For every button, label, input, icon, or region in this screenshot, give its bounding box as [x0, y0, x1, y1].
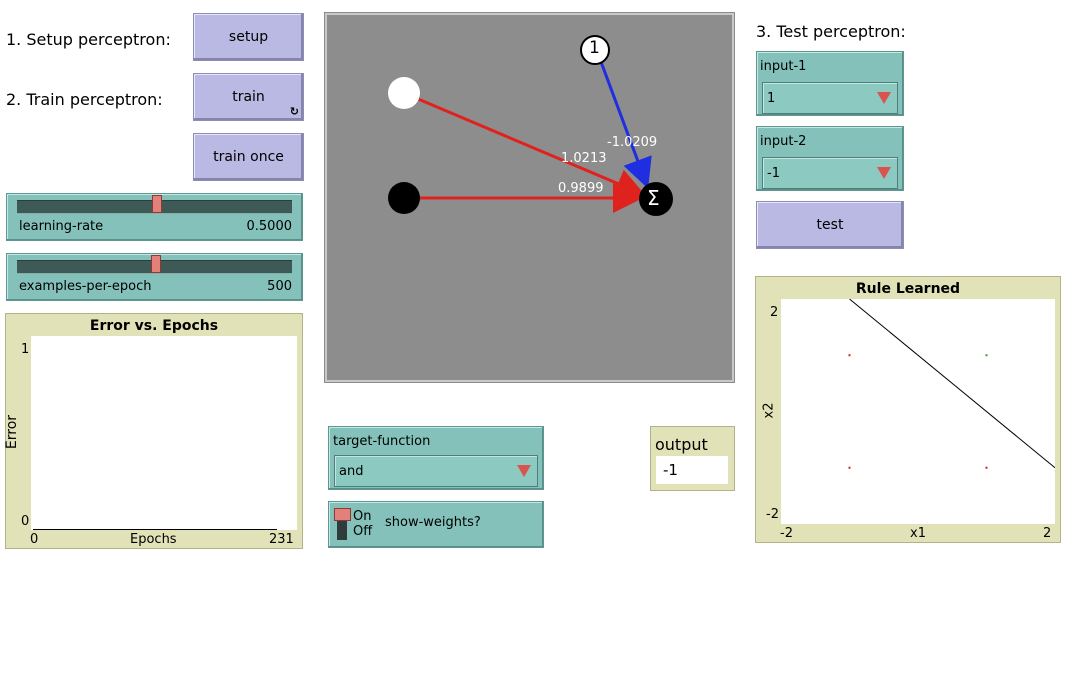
y-axis-min: 0	[21, 514, 30, 529]
dropdown-arrow-icon	[517, 465, 531, 477]
chooser-value: and	[339, 463, 364, 479]
monitor-label: output	[655, 435, 708, 454]
slider-value: 500	[267, 279, 292, 294]
rule-learned-plot: Rule Learned 2 -2 x2 -2 x1 2	[755, 276, 1061, 543]
network-diagram	[388, 35, 673, 216]
train-button-label: train	[232, 89, 265, 105]
x-axis-max: 2	[1043, 526, 1052, 541]
data-point	[985, 466, 988, 469]
data-point	[848, 354, 851, 357]
x-axis-min: 0	[30, 532, 39, 547]
data-point	[848, 466, 851, 469]
learning-rate-slider[interactable]: learning-rate 0.5000	[6, 193, 303, 241]
train-once-button[interactable]: train once	[193, 133, 304, 181]
examples-per-epoch-slider[interactable]: examples-per-epoch 500	[6, 253, 303, 301]
chooser-dropdown[interactable]: 1	[762, 82, 898, 114]
input-2-node	[388, 182, 420, 214]
test-button[interactable]: test	[756, 201, 904, 249]
setup-button[interactable]: setup	[193, 13, 304, 61]
plot-area	[31, 336, 297, 530]
chooser-dropdown[interactable]: -1	[762, 157, 898, 189]
y-axis-label: Error	[4, 414, 21, 450]
slider-label: learning-rate	[19, 219, 104, 234]
x-axis-label: Epochs	[130, 532, 177, 547]
chooser-label: input-1	[760, 59, 807, 74]
monitor-value: -1	[663, 461, 678, 479]
train-button[interactable]: train ↻	[193, 73, 304, 121]
input-1-chooser[interactable]: input-1 1	[756, 51, 904, 116]
x-axis-label: x1	[910, 526, 926, 541]
dropdown-arrow-icon	[877, 167, 891, 179]
network-view[interactable]: 1 Σ -1.0209 1.0213 0.9899	[325, 13, 734, 382]
slider-handle[interactable]	[152, 195, 162, 213]
error-vs-epochs-plot: Error vs. Epochs 1 0 Error 0 Epochs 231	[4, 313, 303, 549]
switch-knob[interactable]	[334, 508, 351, 521]
y-axis-max: 2	[770, 305, 779, 320]
plot-area	[781, 299, 1055, 524]
input-1-weight-label: 1.0213	[561, 151, 607, 166]
y-axis-label: x2	[761, 402, 777, 419]
chooser-value: 1	[767, 90, 776, 106]
chooser-label: input-2	[760, 134, 807, 149]
forever-loop-icon: ↻	[289, 105, 299, 118]
decision-boundary-line	[849, 299, 1055, 469]
switch-on-label: On	[353, 509, 372, 524]
chooser-value: -1	[767, 165, 780, 181]
plot-title: Rule Learned	[855, 281, 961, 297]
slider-handle[interactable]	[151, 255, 161, 273]
error-line	[33, 529, 277, 530]
sum-symbol: Σ	[647, 186, 660, 210]
input-1-node	[388, 77, 420, 109]
y-axis-min: -2	[766, 507, 779, 522]
input-2-weight-label: 0.9899	[558, 181, 604, 196]
plot-title: Error vs. Epochs	[89, 318, 219, 334]
y-axis-max: 1	[21, 342, 30, 357]
output-monitor: output -1	[650, 426, 735, 491]
bias-weight-label: -1.0209	[607, 135, 658, 150]
setup-heading: 1. Setup perceptron:	[6, 30, 171, 49]
switch-off-label: Off	[353, 524, 373, 539]
input-1-link	[403, 91, 646, 198]
dropdown-arrow-icon	[877, 92, 891, 104]
show-weights-switch[interactable]: On Off show-weights?	[328, 501, 544, 548]
slider-value: 0.5000	[246, 219, 293, 234]
train-heading: 2. Train perceptron:	[6, 90, 163, 109]
bias-node-label: 1	[589, 38, 600, 58]
slider-label: examples-per-epoch	[19, 279, 152, 294]
chooser-label: target-function	[333, 434, 431, 449]
rule-chart	[848, 299, 1055, 469]
input-2-chooser[interactable]: input-2 -1	[756, 126, 904, 191]
test-heading: 3. Test perceptron:	[756, 22, 906, 41]
x-axis-min: -2	[780, 526, 793, 541]
switch-label: show-weights?	[385, 515, 481, 530]
x-axis-max: 231	[269, 532, 294, 547]
chooser-dropdown[interactable]: and	[334, 455, 538, 487]
target-function-chooser[interactable]: target-function and	[328, 426, 544, 490]
data-point	[985, 354, 988, 357]
